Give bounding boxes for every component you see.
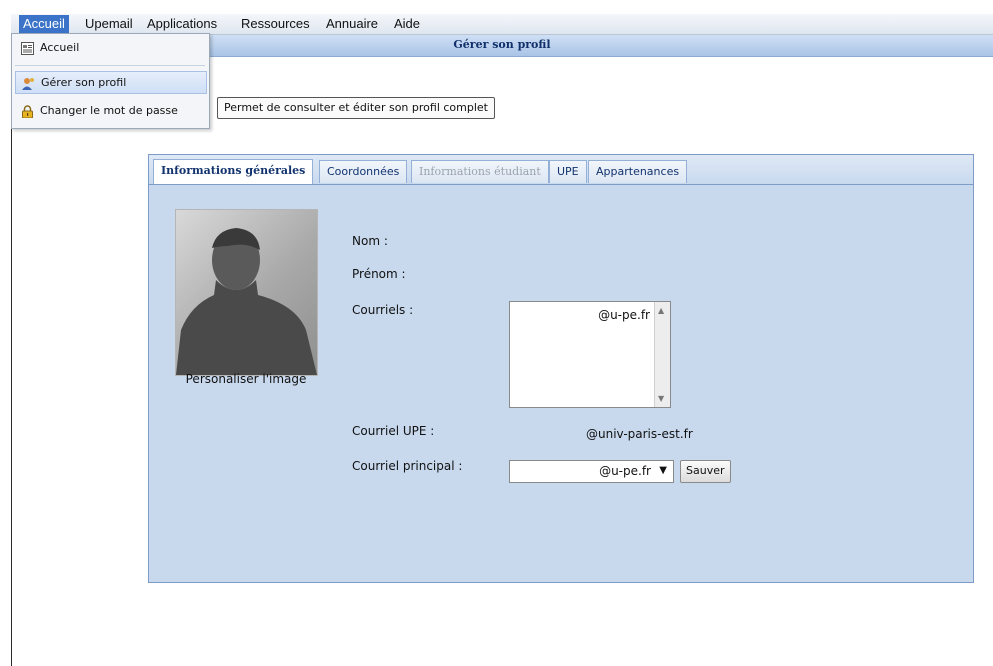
tooltip: Permet de consulter et éditer son profil… bbox=[217, 97, 495, 119]
menu-accueil[interactable]: Accueil bbox=[19, 15, 69, 33]
dropdown-item-label: Changer le mot de passe bbox=[40, 104, 178, 117]
person-silhouette-icon bbox=[176, 228, 317, 375]
courriel-entry[interactable]: @u-pe.fr bbox=[598, 308, 650, 322]
dropdown-item-label: Accueil bbox=[40, 41, 80, 54]
customize-image-link[interactable]: Personaliser l'image bbox=[159, 372, 333, 386]
dropdown-separator bbox=[15, 65, 205, 66]
tab-coordonnees[interactable]: Coordonnées bbox=[319, 160, 408, 183]
menu-ressources[interactable]: Ressources bbox=[237, 15, 314, 33]
profile-panel: Informations générales Coordonnées Infor… bbox=[148, 154, 974, 583]
menu-upemail[interactable]: Upemail bbox=[81, 15, 137, 33]
courriel-upe-value: @univ-paris-est.fr bbox=[586, 427, 693, 441]
courriels-label: Courriels : bbox=[352, 303, 414, 317]
lock-icon bbox=[21, 104, 34, 119]
nom-label: Nom : bbox=[352, 234, 388, 248]
courriels-listbox[interactable]: @u-pe.fr ▲ ▼ bbox=[509, 301, 671, 408]
chevron-down-icon: ▼ bbox=[659, 465, 667, 476]
prenom-label: Prénom : bbox=[352, 267, 406, 281]
accueil-dropdown-menu: Accueil Gérer son profil Changer le mot … bbox=[11, 33, 210, 129]
menu-aide[interactable]: Aide bbox=[390, 15, 424, 33]
scroll-up-icon[interactable]: ▲ bbox=[658, 306, 664, 315]
user-icon bbox=[22, 76, 35, 90]
tab-appartenances[interactable]: Appartenances bbox=[588, 160, 688, 183]
profile-photo[interactable] bbox=[175, 209, 318, 376]
menu-annuaire[interactable]: Annuaire bbox=[322, 15, 382, 33]
tab-upe[interactable]: UPE bbox=[549, 160, 587, 183]
save-button[interactable]: Sauver bbox=[680, 460, 731, 483]
tab-informations-generales[interactable]: Informations générales bbox=[153, 159, 314, 184]
courriel-principal-select[interactable]: @u-pe.fr ▼ bbox=[509, 460, 674, 483]
tab-bar: Informations générales Coordonnées Infor… bbox=[149, 155, 973, 185]
listbox-scrollbar[interactable]: ▲ ▼ bbox=[654, 302, 670, 407]
menu-applications[interactable]: Applications bbox=[143, 15, 221, 33]
menubar: Accueil Upemail Applications Ressources … bbox=[11, 14, 993, 35]
dropdown-item-label: Gérer son profil bbox=[41, 76, 127, 89]
dropdown-item-accueil[interactable]: Accueil bbox=[15, 37, 205, 58]
courriel-upe-label: Courriel UPE : bbox=[352, 424, 435, 438]
document-icon bbox=[21, 41, 34, 55]
dropdown-item-gerer-profil[interactable]: Gérer son profil bbox=[15, 71, 207, 94]
selected-value: @u-pe.fr bbox=[599, 464, 651, 478]
dropdown-item-changer-mdp[interactable]: Changer le mot de passe bbox=[15, 100, 205, 121]
tab-informations-etudiant[interactable]: Informations étudiant bbox=[411, 160, 549, 183]
courriel-principal-label: Courriel principal : bbox=[352, 459, 463, 473]
scroll-down-icon[interactable]: ▼ bbox=[658, 394, 664, 403]
